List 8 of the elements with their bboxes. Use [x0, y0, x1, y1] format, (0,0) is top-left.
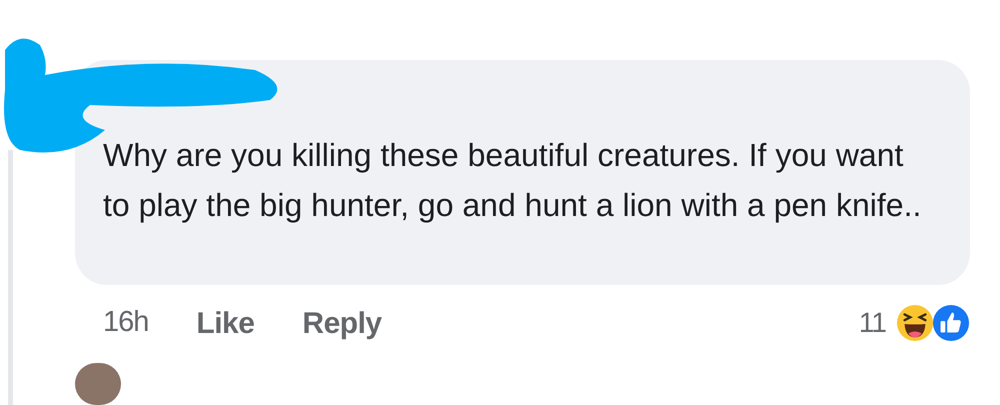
like-link[interactable]: Like	[196, 300, 254, 346]
reaction-count: 11	[858, 306, 886, 340]
reply-link[interactable]: Reply	[302, 300, 382, 346]
thumbs-up-icon	[932, 304, 970, 342]
avatar	[75, 363, 121, 405]
comment-text: Why are you killing these beautiful creatures. If you want to play the big hunter, go and hunt a lion with a pen knife..	[103, 136, 922, 225]
laughing-emoji-icon	[896, 304, 934, 342]
comment-time: 16h	[103, 305, 148, 340]
